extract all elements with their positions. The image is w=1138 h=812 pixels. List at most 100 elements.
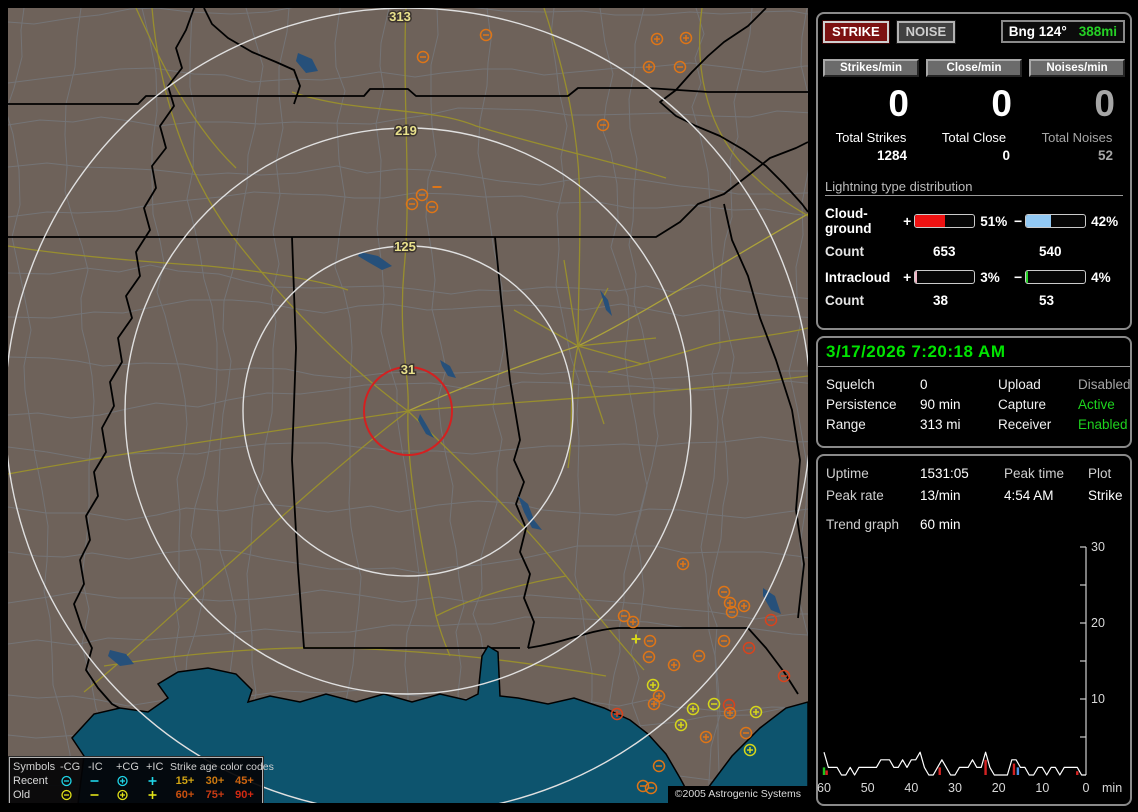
svg-text:60: 60 — [817, 781, 831, 795]
total-close-value: 0 — [926, 145, 1022, 163]
peak-time-label: Peak time — [1004, 466, 1088, 481]
rate-counters: Strikes/min 0 Total Strikes 1284 Close/m… — [818, 43, 1130, 163]
total-noises-value: 52 — [1029, 145, 1125, 163]
cg-plus-count: 653 — [933, 244, 1039, 259]
svg-text:40: 40 — [904, 781, 918, 795]
bearing-badge: Bng 124° 388mi — [1001, 20, 1125, 43]
cloud-ground-label: Cloud-ground — [825, 206, 902, 236]
old-pos-cg-icon — [116, 789, 146, 801]
minus-sign: − — [1013, 213, 1023, 229]
trend-graph-label: Trend graph — [826, 517, 920, 532]
noises-counter: Noises/min 0 Total Noises 52 — [1029, 59, 1125, 163]
ic-count-label: Count — [825, 293, 933, 308]
old-neg-ic-icon — [88, 789, 116, 801]
persistence-value: 90 min — [920, 397, 998, 412]
close-per-min-button[interactable]: Close/min — [926, 59, 1022, 77]
noise-mode-button[interactable]: NOISE — [897, 21, 955, 43]
legend-col-neg-ic: -IC — [88, 761, 116, 773]
range-value: 313 mi — [920, 417, 998, 432]
distribution-title: Lightning type distribution — [825, 179, 1123, 196]
bearing-label: Bng 124° — [1009, 24, 1067, 39]
ic-plus-bar — [914, 270, 975, 284]
ic-minus-count: 53 — [1039, 293, 1054, 308]
uptime-value: 1531:05 — [920, 466, 1004, 481]
map-canvas[interactable]: 31321912531 Symbols -CG -IC +CG +IC Stri… — [8, 8, 808, 803]
legend-row-recent: Recent — [13, 775, 60, 787]
intracloud-counts: Count 38 53 — [818, 285, 1130, 308]
cg-minus-pct: 42% — [1088, 214, 1124, 229]
total-noises-label: Total Noises — [1029, 128, 1125, 145]
peak-rate-value: 13/min — [920, 488, 1004, 503]
svg-text:30: 30 — [1091, 540, 1105, 554]
strikes-per-min-button[interactable]: Strikes/min — [823, 59, 919, 77]
side-panel: STRIKE NOISE Bng 124° 388mi Strikes/min 0… — [814, 0, 1136, 812]
old-pos-ic-icon — [146, 789, 170, 801]
strikes-counter: Strikes/min 0 Total Strikes 1284 — [823, 59, 919, 163]
plus-sign: + — [902, 213, 912, 229]
capture-status: Active — [1078, 397, 1131, 412]
old-neg-cg-icon — [60, 789, 88, 801]
upload-label: Upload — [998, 377, 1078, 392]
cg-count-label: Count — [825, 244, 933, 259]
cloud-ground-counts: Count 653 540 — [818, 236, 1130, 259]
cg-plus-pct: 51% — [977, 214, 1013, 229]
recent-neg-ic-icon — [88, 775, 116, 787]
upload-status: Disabled — [1078, 377, 1131, 392]
uptime-label: Uptime — [826, 466, 920, 481]
plus-sign: + — [902, 269, 912, 285]
statistics-box: STRIKE NOISE Bng 124° 388mi Strikes/min 0… — [816, 12, 1132, 330]
svg-text:10: 10 — [1091, 692, 1105, 706]
legend-symbols-header: Symbols — [13, 761, 60, 773]
cg-plus-bar — [914, 214, 975, 228]
recent-pos-cg-icon — [116, 775, 146, 787]
cg-minus-bar — [1025, 214, 1086, 228]
total-strikes-value: 1284 — [823, 145, 919, 163]
trend-graph-chart: 1020306050403020100min — [816, 539, 1128, 801]
legend-col-pos-ic: +IC — [146, 761, 170, 773]
svg-text:0: 0 — [1083, 781, 1090, 795]
svg-text:20: 20 — [992, 781, 1006, 795]
bearing-distance: 388mi — [1079, 24, 1117, 39]
trend-box: Uptime 1531:05 Peak time Plot Peak rate … — [816, 454, 1132, 806]
ic-minus-bar — [1025, 270, 1086, 284]
receiver-status: Enabled — [1078, 417, 1131, 432]
noises-per-min-button[interactable]: Noises/min — [1029, 59, 1125, 77]
strikes-rate-value: 0 — [823, 77, 919, 128]
status-box: 3/17/2026 7:20:18 AM Squelch 0 Upload Di… — [816, 336, 1132, 448]
legend-col-neg-cg: -CG — [60, 761, 88, 773]
ic-plus-pct: 3% — [977, 270, 1013, 285]
recent-neg-cg-icon — [60, 775, 88, 787]
cg-minus-count: 540 — [1039, 244, 1062, 259]
uptime-grid: Uptime 1531:05 Peak time Plot Peak rate … — [818, 456, 1130, 503]
ic-minus-pct: 4% — [1088, 270, 1124, 285]
peak-rate-label: Peak rate — [826, 488, 920, 503]
intracloud-label: Intracloud — [825, 270, 902, 285]
plot-value: Strike — [1088, 488, 1123, 503]
trend-graph-row: Trend graph 60 min — [818, 503, 1130, 532]
close-counter: Close/min 0 Total Close 0 — [926, 59, 1022, 163]
minus-sign: − — [1013, 269, 1023, 285]
ic-plus-count: 38 — [933, 293, 1039, 308]
svg-text:min: min — [1102, 781, 1122, 795]
legend-col-pos-cg: +CG — [116, 761, 146, 773]
intracloud-row: Intracloud + 3% − 4% — [818, 259, 1130, 285]
age-90: 90+ — [230, 789, 259, 801]
age-45: 45+ — [230, 775, 259, 787]
persistence-label: Persistence — [826, 397, 920, 412]
svg-text:50: 50 — [861, 781, 875, 795]
settings-grid: Squelch 0 Upload Disabled Persistence 90… — [818, 367, 1130, 442]
datetime-display: 3/17/2026 7:20:18 AM — [818, 338, 1130, 367]
peak-time-value: 4:54 AM — [1004, 488, 1088, 503]
svg-text:125: 125 — [394, 239, 416, 254]
age-60: 60+ — [170, 789, 200, 801]
svg-text:10: 10 — [1035, 781, 1049, 795]
range-label: Range — [826, 417, 920, 432]
age-75: 75+ — [200, 789, 230, 801]
plot-label: Plot — [1088, 466, 1123, 481]
age-15: 15+ — [170, 775, 200, 787]
receiver-label: Receiver — [998, 417, 1078, 432]
svg-text:313: 313 — [389, 9, 411, 24]
total-close-label: Total Close — [926, 128, 1022, 145]
strike-mode-button[interactable]: STRIKE — [823, 21, 889, 43]
cloud-ground-row: Cloud-ground + 51% − 42% — [818, 196, 1130, 236]
